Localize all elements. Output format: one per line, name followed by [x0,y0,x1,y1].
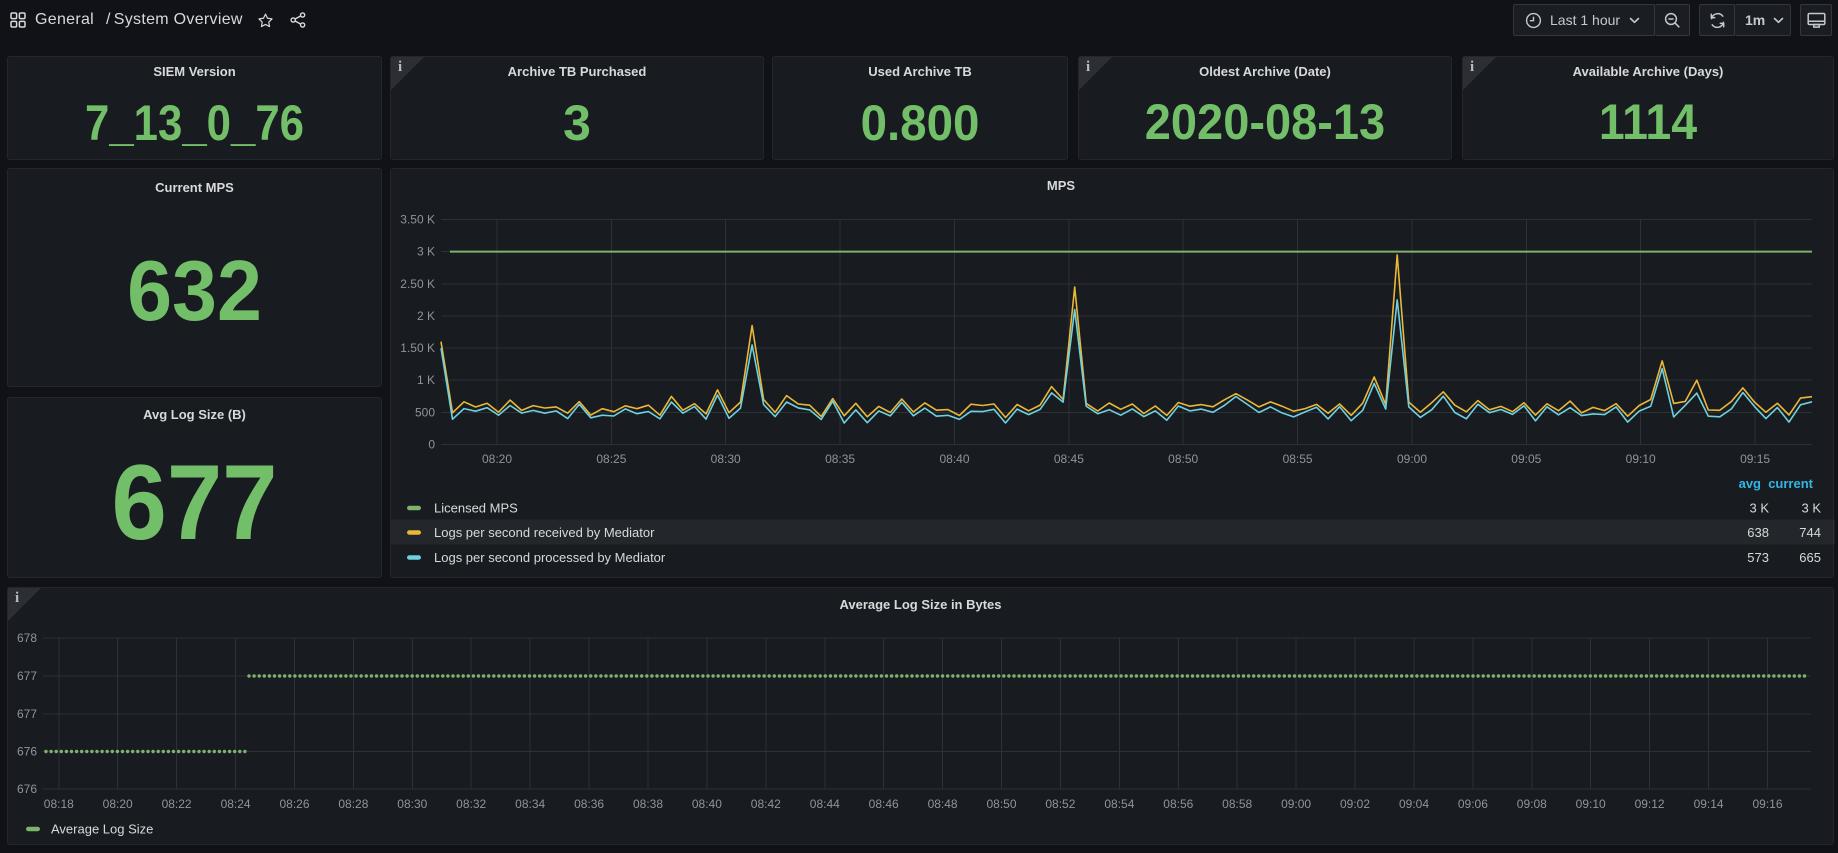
svg-text:08:45: 08:45 [1054,452,1084,466]
svg-text:08:28: 08:28 [338,797,368,811]
svg-text:09:08: 09:08 [1517,797,1547,811]
svg-text:09:15: 09:15 [1740,452,1770,466]
svg-text:current: current [1768,476,1813,491]
svg-text:3 K: 3 K [1749,501,1769,516]
svg-text:08:18: 08:18 [44,797,74,811]
svg-text:Average Log Size: Average Log Size [51,822,153,837]
svg-text:09:02: 09:02 [1340,797,1370,811]
svg-text:676: 676 [17,745,37,759]
svg-text:08:38: 08:38 [633,797,663,811]
svg-text:1 K: 1 K [417,373,435,387]
svg-text:08:48: 08:48 [928,797,958,811]
svg-text:avg: avg [1739,476,1761,491]
svg-text:08:44: 08:44 [810,797,840,811]
svg-text:500: 500 [415,405,435,419]
svg-text:08:50: 08:50 [1168,452,1198,466]
svg-text:Logs per second received by Me: Logs per second received by Mediator [434,525,655,540]
svg-text:744: 744 [1799,525,1821,540]
svg-text:2 K: 2 K [417,309,435,323]
svg-text:08:20: 08:20 [103,797,133,811]
svg-text:08:30: 08:30 [397,797,427,811]
svg-text:676: 676 [17,782,37,796]
svg-text:08:22: 08:22 [162,797,192,811]
svg-text:08:30: 08:30 [711,452,741,466]
svg-text:08:40: 08:40 [692,797,722,811]
svg-text:08:35: 08:35 [825,452,855,466]
svg-text:08:20: 08:20 [482,452,512,466]
svg-text:09:00: 09:00 [1281,797,1311,811]
svg-text:677: 677 [17,707,37,721]
svg-text:08:50: 08:50 [986,797,1016,811]
svg-text:08:56: 08:56 [1163,797,1193,811]
svg-text:08:58: 08:58 [1222,797,1252,811]
svg-text:08:55: 08:55 [1283,452,1313,466]
svg-text:08:36: 08:36 [574,797,604,811]
svg-text:08:34: 08:34 [515,797,545,811]
svg-text:2.50 K: 2.50 K [400,277,435,291]
svg-text:Licensed MPS: Licensed MPS [434,501,518,516]
svg-text:09:06: 09:06 [1458,797,1488,811]
svg-text:08:42: 08:42 [751,797,781,811]
svg-text:665: 665 [1799,550,1821,565]
svg-text:Logs per second processed by M: Logs per second processed by Mediator [434,550,666,565]
svg-text:573: 573 [1747,550,1769,565]
svg-text:3 K: 3 K [1801,501,1821,516]
svg-text:09:14: 09:14 [1694,797,1724,811]
svg-text:09:16: 09:16 [1752,797,1782,811]
svg-text:08:26: 08:26 [279,797,309,811]
svg-text:09:00: 09:00 [1397,452,1427,466]
svg-text:638: 638 [1747,525,1769,540]
svg-text:3.50 K: 3.50 K [400,213,435,227]
svg-text:08:32: 08:32 [456,797,486,811]
svg-text:09:12: 09:12 [1635,797,1665,811]
svg-text:09:10: 09:10 [1576,797,1606,811]
svg-text:1.50 K: 1.50 K [400,341,435,355]
svg-text:09:10: 09:10 [1626,452,1656,466]
svg-text:678: 678 [17,631,37,645]
svg-text:0: 0 [428,438,435,452]
svg-text:08:46: 08:46 [869,797,899,811]
svg-text:08:25: 08:25 [596,452,626,466]
svg-text:08:54: 08:54 [1104,797,1134,811]
svg-text:09:05: 09:05 [1511,452,1541,466]
svg-text:08:40: 08:40 [939,452,969,466]
svg-text:08:24: 08:24 [221,797,251,811]
svg-text:677: 677 [17,669,37,683]
svg-text:08:52: 08:52 [1045,797,1075,811]
svg-text:3 K: 3 K [417,245,435,259]
svg-text:09:04: 09:04 [1399,797,1429,811]
